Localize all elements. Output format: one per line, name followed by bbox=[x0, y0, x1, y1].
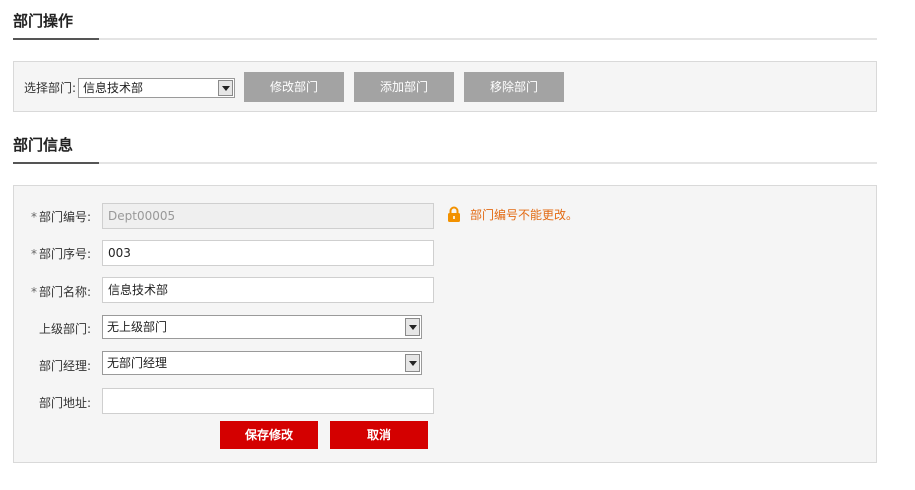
save-button[interactable]: 保存修改 bbox=[220, 421, 318, 449]
parent-dept-select[interactable]: 无上级部门 bbox=[102, 315, 422, 339]
ops-panel: 选择部门: 信息技术部 修改部门 添加部门 移除部门 bbox=[13, 61, 877, 112]
parent-dept-label: 上级部门: bbox=[38, 322, 91, 336]
dept-select-value: 信息技术部 bbox=[83, 81, 144, 95]
dept-order-field[interactable]: 003 bbox=[102, 240, 434, 266]
dept-name-field[interactable]: 信息技术部 bbox=[102, 277, 434, 303]
address-label: 部门地址: bbox=[38, 396, 91, 410]
parent-dept-value: 无上级部门 bbox=[107, 320, 168, 334]
delete-dept-button[interactable]: 移除部门 bbox=[464, 72, 564, 102]
add-dept-button[interactable]: 添加部门 bbox=[354, 72, 454, 102]
select-dept-label: 选择部门: bbox=[24, 81, 77, 95]
dept-code-notice: 部门编号不能更改。 bbox=[470, 208, 579, 222]
manager-value: 无部门经理 bbox=[107, 356, 168, 370]
dept-select[interactable]: 信息技术部 bbox=[78, 78, 235, 98]
ops-section-divider bbox=[13, 38, 877, 40]
edit-dept-button[interactable]: 修改部门 bbox=[244, 72, 344, 102]
chevron-down-icon[interactable] bbox=[218, 80, 233, 96]
ops-section-title: 部门操作 bbox=[13, 12, 74, 30]
address-field[interactable] bbox=[102, 388, 434, 414]
info-section-divider bbox=[13, 162, 877, 164]
manager-select[interactable]: 无部门经理 bbox=[102, 351, 422, 375]
lock-icon bbox=[448, 206, 460, 222]
cancel-button[interactable]: 取消 bbox=[330, 421, 428, 449]
info-panel: * 部门编号: Dept00005 部门编号不能更改。 * 部门序号: 003 * 部… bbox=[13, 185, 877, 463]
dept-code-field: Dept00005 bbox=[102, 203, 434, 229]
dept-order-label: * 部门序号: bbox=[30, 247, 91, 261]
chevron-down-icon[interactable] bbox=[405, 354, 420, 372]
dept-code-label: * 部门编号: bbox=[30, 210, 91, 224]
dept-name-label: * 部门名称: bbox=[30, 285, 91, 299]
chevron-down-icon[interactable] bbox=[405, 318, 420, 336]
info-section-title: 部门信息 bbox=[13, 136, 74, 154]
manager-label: 部门经理: bbox=[38, 359, 91, 373]
